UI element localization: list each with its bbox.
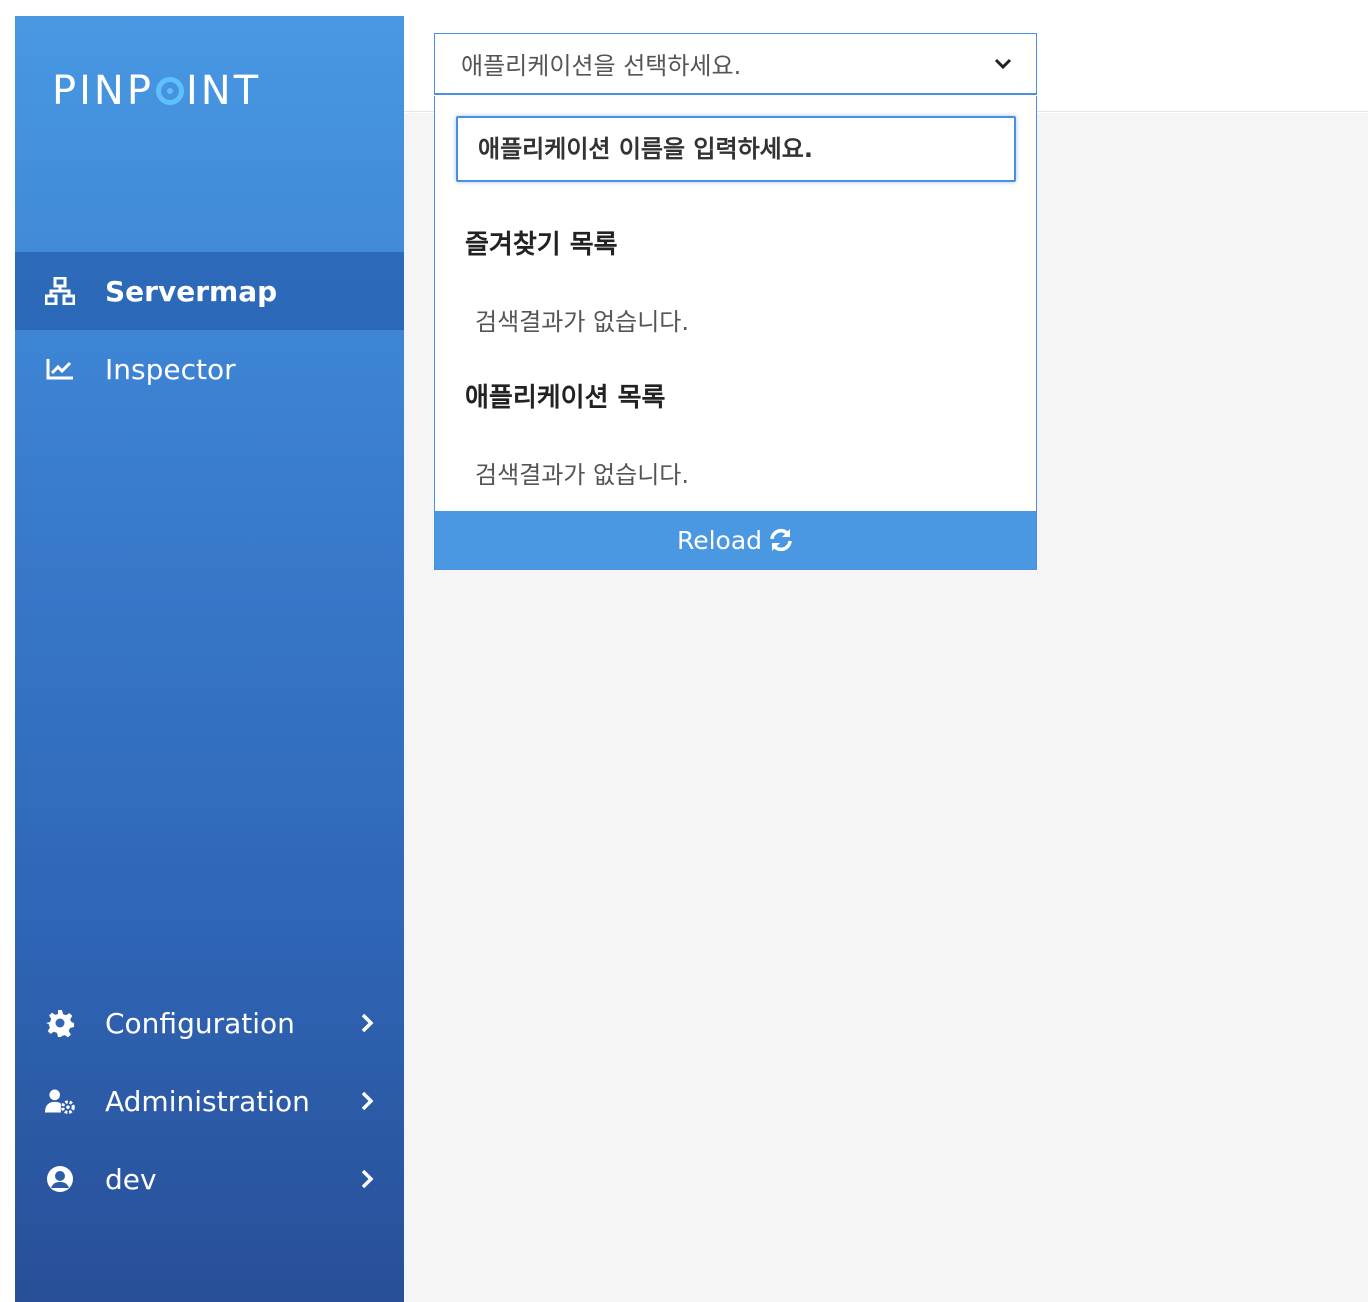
application-search-input[interactable] [456, 116, 1016, 182]
application-select-placeholder: 애플리케이션을 선택하세요. [461, 52, 742, 80]
favorites-title: 즐겨찾기 목록 [465, 230, 618, 260]
sidebar-item-servermap[interactable]: Servermap [15, 252, 404, 330]
sidebar-item-label: dev [105, 1162, 157, 1196]
sidebar-item-label: Configuration [105, 1006, 295, 1040]
sidebar-item-label: Administration [105, 1084, 310, 1118]
logo-text-left: PINP [52, 68, 154, 114]
application-dropdown: 즐겨찾기 목록 검색결과가 없습니다. 애플리케이션 목록 검색결과가 없습니다… [434, 96, 1037, 570]
gear-icon [45, 1008, 75, 1038]
sidebar: PINP INT Servermap Inspector Configurati… [15, 16, 404, 1302]
sidebar-item-label: Inspector [105, 352, 236, 386]
logo-text-right: INT [185, 68, 262, 114]
logo-ring-icon [155, 77, 184, 105]
user-circle-icon [45, 1164, 75, 1194]
user-gear-icon [45, 1086, 75, 1116]
sidebar-item-inspector[interactable]: Inspector [15, 330, 404, 408]
reload-button[interactable]: Reload [435, 511, 1036, 569]
application-select[interactable]: 애플리케이션을 선택하세요. [434, 33, 1037, 95]
sitemap-icon [45, 276, 75, 306]
sidebar-item-label: Servermap [105, 274, 278, 308]
chevron-right-icon [361, 1013, 374, 1033]
favorites-empty-message: 검색결과가 없습니다. [475, 308, 689, 336]
pinpoint-logo[interactable]: PINP INT [52, 68, 261, 114]
chart-line-icon [45, 354, 75, 384]
chevron-right-icon [361, 1091, 374, 1111]
sidebar-item-user[interactable]: dev [15, 1140, 404, 1218]
sidebar-item-administration[interactable]: Administration [15, 1062, 404, 1140]
chevron-down-icon [994, 58, 1012, 69]
refresh-icon [770, 528, 792, 552]
reload-button-label: Reload [676, 525, 763, 555]
applications-title: 애플리케이션 목록 [465, 383, 666, 413]
sidebar-item-configuration[interactable]: Configuration [15, 984, 404, 1062]
applications-empty-message: 검색결과가 없습니다. [475, 461, 689, 489]
chevron-right-icon [361, 1169, 374, 1189]
